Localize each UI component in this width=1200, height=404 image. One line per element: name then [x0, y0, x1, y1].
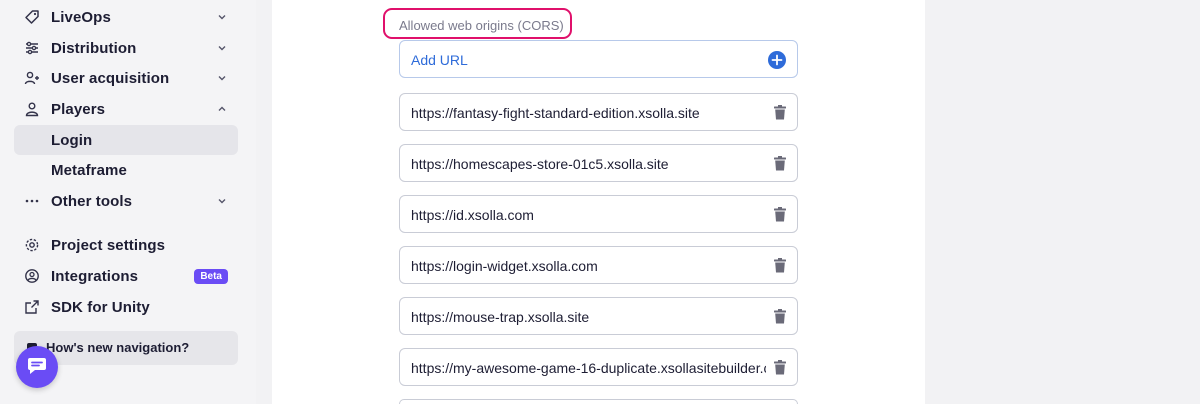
plus-icon[interactable] — [768, 51, 786, 69]
trash-icon[interactable] — [773, 258, 787, 273]
url-field[interactable]: https://mouse-trap.xsolla.site — [399, 297, 798, 335]
add-url-field[interactable]: Add URL — [399, 40, 798, 78]
url-value: https://fantasy-fight-standard-edition.x… — [411, 105, 700, 121]
user-icon — [24, 101, 40, 117]
sidebar-item-label: Metaframe — [51, 161, 127, 179]
trash-icon[interactable] — [773, 207, 787, 222]
sidebar-item-label: Players — [51, 100, 106, 118]
url-field[interactable] — [399, 399, 798, 404]
chat-icon — [26, 354, 48, 381]
trash-icon[interactable] — [773, 156, 787, 171]
sidebar-item-user-acquisition[interactable]: User acquisition — [14, 63, 238, 93]
url-value: https://my-awesome-game-16-duplicate.xso… — [411, 360, 766, 376]
url-field[interactable]: https://fantasy-fight-standard-edition.x… — [399, 93, 798, 131]
sidebar-item-other-tools[interactable]: Other tools — [14, 186, 238, 216]
chevron-down-icon[interactable] — [216, 42, 228, 54]
url-field[interactable]: https://homescapes-store-01c5.xsolla.sit… — [399, 144, 798, 182]
url-field[interactable]: https://id.xsolla.com — [399, 195, 798, 233]
more-dots-icon — [24, 193, 40, 209]
sidebar-item-liveops[interactable]: LiveOps — [14, 2, 238, 32]
external-link-icon — [24, 299, 40, 315]
sidebar-item-integrations[interactable]: Integrations Beta — [14, 261, 238, 291]
url-value: https://mouse-trap.xsolla.site — [411, 309, 590, 325]
sliders-icon — [24, 40, 40, 56]
sidebar-item-players[interactable]: Players — [14, 94, 238, 124]
integrations-icon — [24, 268, 40, 284]
sidebar-item-label: Other tools — [51, 192, 133, 210]
chevron-down-icon[interactable] — [216, 11, 228, 23]
trash-icon[interactable] — [773, 309, 787, 324]
url-field[interactable]: https://login-widget.xsolla.com — [399, 246, 798, 284]
sidebar-item-label: LiveOps — [51, 8, 111, 26]
url-value: https://id.xsolla.com — [411, 207, 534, 223]
url-field[interactable]: https://my-awesome-game-16-duplicate.xso… — [399, 348, 798, 386]
trash-icon[interactable] — [773, 360, 787, 375]
cors-section-label: Allowed web origins (CORS) — [399, 18, 564, 33]
sidebar-item-label: User acquisition — [51, 69, 170, 87]
chevron-down-icon[interactable] — [216, 195, 228, 207]
tag-icon — [24, 9, 40, 25]
sidebar-item-label: Distribution — [51, 39, 137, 57]
sidebar-item-metaframe[interactable]: Metaframe — [14, 155, 238, 185]
sidebar-item-label: Login — [51, 131, 93, 149]
chevron-up-icon[interactable] — [216, 103, 228, 115]
sidebar-item-distribution[interactable]: Distribution — [14, 33, 238, 63]
feedback-label: How's new navigation? — [46, 340, 190, 355]
sidebar-item-login[interactable]: Login — [14, 125, 238, 155]
chevron-down-icon[interactable] — [216, 72, 228, 84]
sidebar-item-project-settings[interactable]: Project settings — [14, 230, 238, 260]
gear-icon — [24, 237, 40, 253]
trash-icon[interactable] — [773, 105, 787, 120]
sidebar-item-label: Project settings — [51, 236, 166, 254]
sidebar-item-sdk-for-unity[interactable]: SDK for Unity — [14, 292, 238, 322]
sidebar-item-label: Integrations — [51, 267, 139, 285]
add-url-label: Add URL — [411, 52, 468, 68]
sidebar-item-label: SDK for Unity — [51, 298, 150, 316]
beta-badge: Beta — [194, 268, 228, 284]
sidebar: LiveOps Distribution User acquisition Pl… — [0, 0, 256, 404]
chat-button[interactable] — [16, 346, 58, 388]
user-plus-icon — [24, 70, 40, 86]
url-value: https://homescapes-store-01c5.xsolla.sit… — [411, 156, 669, 172]
url-value: https://login-widget.xsolla.com — [411, 258, 598, 274]
